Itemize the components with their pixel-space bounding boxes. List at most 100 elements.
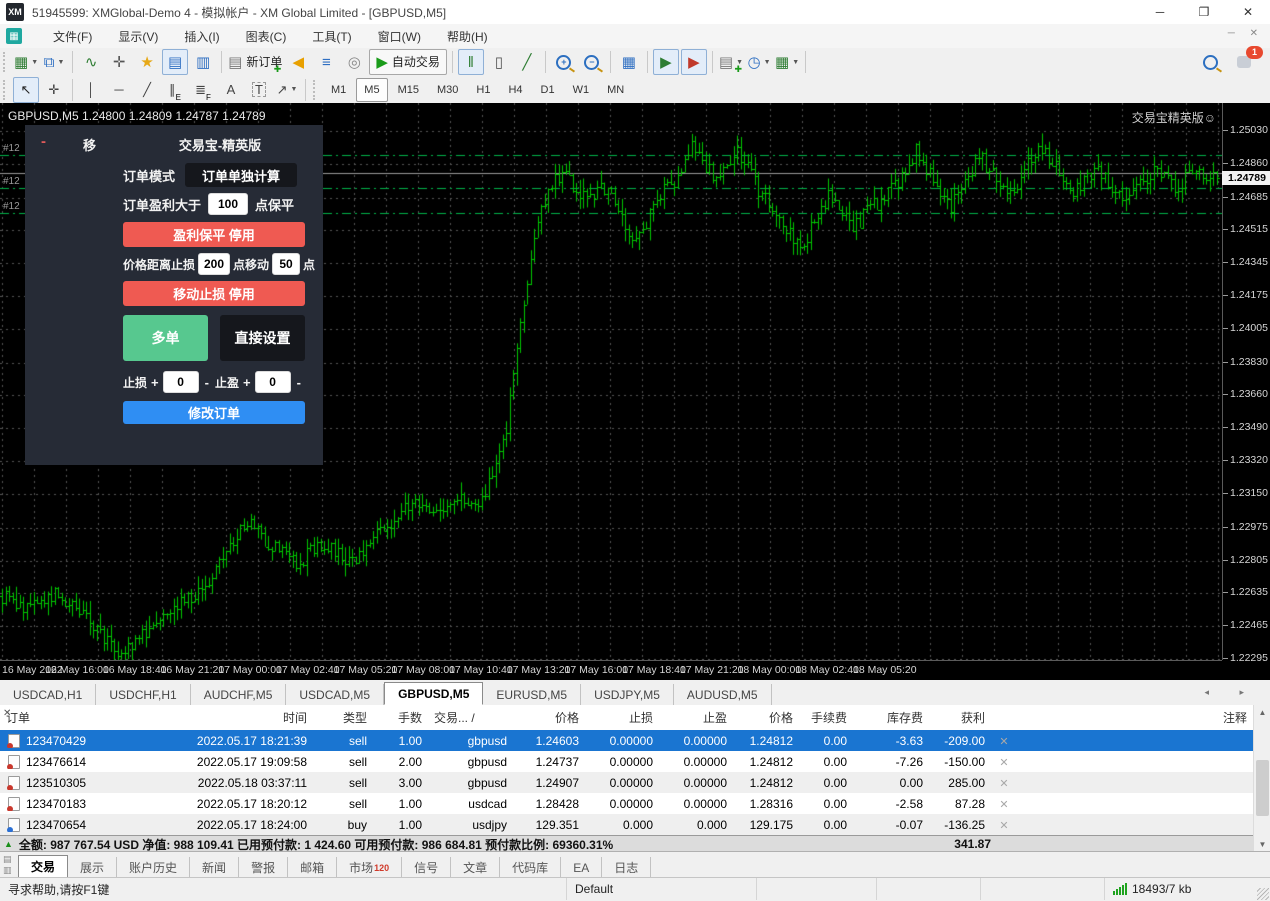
autotrading-button[interactable]: ▶ 自动交易 xyxy=(369,49,447,75)
cursor-icon[interactable]: ↖ xyxy=(13,76,39,103)
menu-item-3[interactable]: 插入(I) xyxy=(171,24,232,49)
terminal-tab-警报[interactable]: 警报 xyxy=(239,857,289,878)
crosshair-tool-icon[interactable]: ✛ xyxy=(41,77,67,103)
terminal-tab-日志[interactable]: 日志 xyxy=(602,857,652,878)
column-header-price[interactable]: 价格 xyxy=(513,709,585,726)
close-order-icon[interactable]: ✕ xyxy=(999,799,1008,811)
timeframe-H4[interactable]: H4 xyxy=(500,78,530,102)
menu-item-6[interactable]: 窗口(W) xyxy=(365,24,434,49)
status-profile-cell[interactable]: Default xyxy=(567,878,757,900)
line-chart-icon[interactable]: ╱ xyxy=(514,49,540,75)
column-header-sl[interactable]: 止损 xyxy=(585,709,659,726)
trailing-stop-toggle-button[interactable]: 移动止损 停用 xyxy=(123,281,305,306)
horizontal-line-icon[interactable]: ─ xyxy=(106,77,132,103)
column-header-id[interactable]: 订单 xyxy=(0,709,133,726)
scroll-up-icon[interactable]: ▲ xyxy=(1254,705,1270,719)
tp-input[interactable] xyxy=(254,371,291,393)
new-chart-icon-caret[interactable]: ▼ xyxy=(31,59,38,66)
close-order-icon[interactable]: ✕ xyxy=(999,820,1008,832)
data-window-icon[interactable]: ▥ xyxy=(190,49,216,75)
arrows-icon[interactable]: ↗ ▼ xyxy=(274,77,300,103)
market-watch-icon[interactable]: ▤ xyxy=(162,49,189,75)
timeframe-M1[interactable]: M1 xyxy=(323,78,354,102)
terminal-close-icon[interactable]: ✕ xyxy=(3,708,11,719)
sl-plus[interactable]: + xyxy=(151,375,159,390)
terminal-tab-文章[interactable]: 文章 xyxy=(451,857,501,878)
templates-icon-caret[interactable]: ▼ xyxy=(792,59,799,66)
trail-distance-input[interactable] xyxy=(198,253,231,275)
toolbar-grip[interactable] xyxy=(3,52,8,72)
channel-icon[interactable]: ∥ E xyxy=(162,77,188,103)
column-header-symbol[interactable]: 交易... / xyxy=(428,709,513,726)
column-header-type[interactable]: 类型 xyxy=(313,709,373,726)
candlestick-icon[interactable]: ▯ xyxy=(486,49,512,75)
column-header-profit[interactable]: 获利 xyxy=(929,709,991,726)
profiles-icon-caret[interactable]: ▼ xyxy=(58,59,65,66)
order-mode-button[interactable]: 订单单独计算 xyxy=(185,163,298,187)
chart-shift-icon[interactable]: ▶ xyxy=(680,49,707,75)
terminal-tab-市场[interactable]: 市场 120 xyxy=(337,857,403,878)
depth-of-market-icon[interactable]: ≡ xyxy=(313,49,339,75)
tile-windows-icon[interactable]: ▦ xyxy=(616,49,642,75)
direct-set-button[interactable]: 直接设置 xyxy=(220,315,305,361)
menu-item-2[interactable]: 显示(V) xyxy=(105,24,171,49)
crosshair-icon[interactable]: ✛ xyxy=(106,49,132,75)
timeframe-M15[interactable]: M15 xyxy=(390,78,427,102)
scrollbar-thumb[interactable] xyxy=(1256,760,1269,816)
chart-tab-USDJPY-M5[interactable]: USDJPY,M5 xyxy=(581,684,674,705)
terminal-tab-信号[interactable]: 信号 xyxy=(402,857,452,878)
chart-tab-GBPUSD-M5[interactable]: GBPUSD,M5 xyxy=(384,682,484,705)
fibonacci-icon[interactable]: ≣ F xyxy=(190,77,216,103)
chart-tab-EURUSD-M5[interactable]: EURUSD,M5 xyxy=(483,684,582,705)
column-header-comment[interactable]: 注释 xyxy=(1017,709,1253,726)
menu-item-4[interactable]: 图表(C) xyxy=(233,24,300,49)
order-row[interactable]: 123470654 2022.05.17 18:24:00 buy 1.00 usdjp… xyxy=(0,814,1270,835)
order-row[interactable]: 123470183 2022.05.17 18:20:12 sell 1.00 usdc… xyxy=(0,793,1270,814)
timeframe-W1[interactable]: W1 xyxy=(565,78,598,102)
column-header-time[interactable]: 时间 xyxy=(133,709,313,726)
menu-item-1[interactable]: 文件(F) xyxy=(40,24,105,49)
panel-move-button[interactable]: 移 xyxy=(83,135,96,154)
column-header-price2[interactable]: 价格 xyxy=(733,709,799,726)
chart-tab-AUDUSD-M5[interactable]: AUDUSD,M5 xyxy=(674,684,772,705)
column-header-swap[interactable]: 库存费 xyxy=(853,709,929,726)
toolbar-grip[interactable] xyxy=(3,79,8,100)
close-order-icon[interactable]: ✕ xyxy=(999,778,1008,790)
mdi-window-controls[interactable]: ─ ✕ xyxy=(1228,28,1264,39)
vertical-line-icon[interactable]: │ xyxy=(78,77,104,103)
resize-grip[interactable] xyxy=(1257,888,1269,900)
scroll-down-icon[interactable]: ▼ xyxy=(1254,837,1270,851)
toolbar-grip[interactable] xyxy=(313,79,318,100)
tp-minus[interactable]: - xyxy=(297,375,301,390)
chart-tab-AUDCHF-M5[interactable]: AUDCHF,M5 xyxy=(191,684,287,705)
text-icon[interactable]: A xyxy=(218,77,244,103)
breakeven-toggle-button[interactable]: 盈利保平 停用 xyxy=(123,222,305,247)
chart-tab-USDCAD-M5[interactable]: USDCAD,M5 xyxy=(286,684,385,705)
sl-input[interactable] xyxy=(162,371,199,393)
chart-tab-USDCAD-H1[interactable]: USDCAD,H1 xyxy=(0,684,97,705)
search-icon[interactable] xyxy=(1197,49,1223,75)
chart-tab-USDCHF-H1[interactable]: USDCHF,H1 xyxy=(96,684,191,705)
time-axis[interactable]: 16 May 2022 16 May 16:00 16 May 18:40 16 Ma… xyxy=(0,660,1222,681)
label-icon[interactable]: T xyxy=(246,77,272,103)
terminal-tab-展示[interactable]: 展示 xyxy=(68,857,118,878)
arrows-icon-caret[interactable]: ▼ xyxy=(290,86,297,93)
bar-chart-icon[interactable]: ‖ xyxy=(457,49,484,75)
order-row[interactable]: 123470429 2022.05.17 18:21:39 sell 1.00 gbpu… xyxy=(0,730,1270,751)
favorites-icon[interactable]: ★ xyxy=(134,49,160,75)
tp-plus[interactable]: + xyxy=(243,375,251,390)
templates-icon[interactable]: ▦ ▼ xyxy=(774,49,800,75)
window-close-button[interactable]: ✕ xyxy=(1226,0,1270,24)
new-order-button[interactable]: ▤ ✚ 新订单 xyxy=(227,49,283,75)
column-header-tp[interactable]: 止盈 xyxy=(659,709,733,726)
menu-item-7[interactable]: 帮助(H) xyxy=(434,24,501,49)
profiles-icon[interactable]: ⧉ ▼ xyxy=(41,49,67,75)
profit-threshold-input[interactable] xyxy=(208,193,249,215)
trendline-icon[interactable]: ╱ xyxy=(134,77,160,103)
periods-icon[interactable]: ◷ ▼ xyxy=(746,49,772,75)
chart-area[interactable]: GBPUSD,M5 1.24800 1.24809 1.24787 1.2478… xyxy=(0,103,1270,680)
order-row[interactable]: 123510305 2022.05.18 03:37:11 sell 3.00 gbpu… xyxy=(0,772,1270,793)
notifications-icon[interactable]: 1 xyxy=(1231,46,1263,75)
price-axis[interactable]: 1.25030 1.24860 1.24685 1.24515 1.24345 1.241… xyxy=(1222,103,1270,664)
terminal-tab-账户历史[interactable]: 账户历史 xyxy=(117,857,191,878)
